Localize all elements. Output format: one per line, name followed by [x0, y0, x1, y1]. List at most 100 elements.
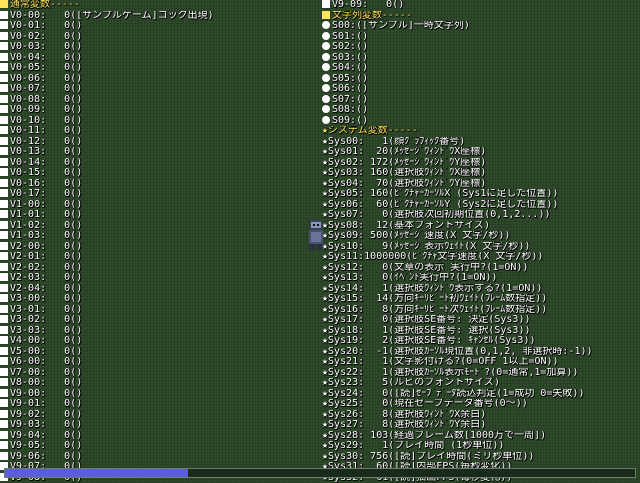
variable-row: S06:()	[322, 84, 638, 95]
variable-text: V0-01: 0()	[10, 21, 82, 31]
variable-text: V0-07: 0()	[10, 84, 82, 94]
square-bullet-icon	[0, 126, 8, 134]
circle-bullet-icon	[322, 84, 330, 92]
variable-text: V3-02: 0()	[10, 315, 82, 325]
variable-text: Sys26: 8(選択肢ｳｨﾝﾄﾞｳX余白)	[328, 410, 486, 420]
variable-row: ★Sys29: 1(プレイ時間 (1秒単位))	[322, 441, 638, 452]
variable-row: ★Sys18: 1(選択肢SE番号: 選択(Sys3))	[322, 326, 638, 337]
circle-bullet-icon	[322, 32, 330, 40]
variable-text: V5-00: 0()	[10, 347, 82, 357]
variable-text: V2-02: 0()	[10, 263, 82, 273]
square-bullet-icon	[0, 32, 8, 40]
variable-row: ★Sys27: 8(選択肢ｳｨﾝﾄﾞｳY余白)	[322, 420, 638, 431]
variable-text: V0-02: 0()	[10, 32, 82, 42]
variable-row: V2-02: 0()	[0, 263, 318, 274]
variable-text: V0-16: 0()	[10, 179, 82, 189]
variable-row: ★Sys20: -1(選択肢ｶｰｿﾙ現位置(0,1,2, 非選択時:-1))	[322, 347, 638, 358]
variable-text: V0-11: 0()	[10, 126, 82, 136]
variable-row: V0-04: 0()	[0, 53, 318, 64]
variable-text: Sys15: 14(方向ｷｰﾘﾋﾟｰﾄ初ｳｪｲﾄ(ﾌﾚｰﾑ数指定))	[328, 294, 547, 304]
variable-row: V9-01: 0()	[0, 399, 318, 410]
square-bullet-icon	[0, 168, 8, 176]
variable-text: Sys11:1000000(ﾋﾟｸﾁｬ文字速度(X 文字/秒))	[328, 252, 543, 262]
variable-text: S02:()	[332, 42, 368, 52]
variable-text: Sys24: 0([読]ｾｰﾌﾞﾃﾞｰﾀ読込判定(1=成功 0=失敗))	[328, 389, 584, 399]
square-bullet-icon	[0, 21, 8, 29]
variable-row: S05:()	[322, 74, 638, 85]
variable-row: V1-03: 0()	[0, 231, 318, 242]
variable-row: ★Sys30: 756([読]プレイ時間(ミリ秒単位))	[322, 452, 638, 463]
square-bullet-icon	[0, 431, 8, 439]
variable-text: Sys28: 103(経過フレーム数[1000万で一周])	[328, 431, 546, 441]
square-bullet-icon	[0, 420, 8, 428]
variable-text: V9-06: 0()	[10, 452, 82, 462]
variable-text: V0-17: 0()	[10, 189, 82, 199]
variable-row: ★Sys16: 8(方向ｷｰﾘﾋﾟｰﾄ次ｳｪｲﾄ(ﾌﾚｰﾑ数指定))	[322, 305, 638, 316]
variable-row: ★Sys09: 500(ﾒｯｾｰｼﾞ速度(X 文字/秒))	[322, 231, 638, 242]
variable-row: ★Sys04: 70(選択肢ｳｨﾝﾄﾞｳY座標)	[322, 179, 638, 190]
variable-row: V3-00: 0()	[0, 294, 318, 305]
circle-bullet-icon	[322, 21, 330, 29]
variable-text: V0-14: 0()	[10, 158, 82, 168]
square-bullet-icon	[0, 137, 8, 145]
variable-row: V6-00: 0()	[0, 357, 318, 368]
variable-text: Sys16: 8(方向ｷｰﾘﾋﾟｰﾄ次ｳｪｲﾄ(ﾌﾚｰﾑ数指定))	[328, 305, 547, 315]
variable-text: V0-12: 0()	[10, 137, 82, 147]
variable-row: V0-13: 0()	[0, 147, 318, 158]
variable-text: Sys25: 0(現在セーブデータ番号(0〜))	[328, 399, 528, 409]
square-bullet-icon	[0, 389, 8, 397]
circle-bullet-icon	[322, 63, 330, 71]
circle-bullet-icon	[322, 116, 330, 124]
square-bullet-icon	[0, 74, 8, 82]
variable-row: ★Sys13: 0(ｲﾍﾞﾝﾄ実行中?(1=ON))	[322, 273, 638, 284]
variable-text: V0-10: 0()	[10, 116, 82, 126]
variable-text: V9-01: 0()	[10, 399, 82, 409]
variable-row: V9-05: 0()	[0, 441, 318, 452]
variable-row: ★Sys06: 60(ﾋﾟｸﾁｬｰｶｰｿﾙY (Sys2に足した位置))	[322, 200, 638, 211]
variable-row: V2-01: 0()	[0, 252, 318, 263]
variable-text: Sys23: 5(ルビのフォントサイズ)	[328, 378, 500, 388]
square-bullet-icon	[0, 452, 8, 460]
variable-row: V0-11: 0()	[0, 126, 318, 137]
square-bullet-icon	[0, 305, 8, 313]
progress-bar	[4, 468, 636, 478]
variable-text: S00:([サンプル]一時文字列)	[332, 21, 470, 31]
variable-text: Sys02: 172(ﾒｯｾｰｼﾞｳｨﾝﾄﾞｳY座標)	[328, 158, 486, 168]
variable-row: V2-04: 0()	[0, 284, 318, 295]
variable-row: V7-00: 0()	[0, 368, 318, 379]
variable-row: V0-12: 0()	[0, 137, 318, 148]
variable-text: S03:()	[332, 53, 368, 63]
variable-text: V0-00: 0([サンプルゲーム]コック出現)	[10, 11, 214, 21]
variable-text: V9-02: 0()	[10, 410, 82, 420]
variable-row: ★Sys15: 14(方向ｷｰﾘﾋﾟｰﾄ初ｳｪｲﾄ(ﾌﾚｰﾑ数指定))	[322, 294, 638, 305]
variable-text: S06:()	[332, 84, 368, 94]
variable-text: Sys22: 1(選択肢ｶｰｿﾙ表示ﾓｰﾄﾞ?(0=通常,1=加算))	[328, 368, 578, 378]
variable-row: ★Sys28: 103(経過フレーム数[1000万で一周])	[322, 431, 638, 442]
variable-row: ★Sys21: 1(文字影付ける?(0=OFF 1以上=ON))	[322, 357, 638, 368]
square-bullet-icon	[0, 399, 8, 407]
circle-bullet-icon	[322, 42, 330, 50]
variable-text: Sys06: 60(ﾋﾟｸﾁｬｰｶｰｿﾙY (Sys2に足した位置))	[328, 200, 558, 210]
variable-text: 文字列変数-----	[332, 11, 412, 21]
variable-row: V5-00: 0()	[0, 347, 318, 358]
variable-text: 通常変数-----	[10, 0, 80, 10]
variable-row: V0-05: 0()	[0, 63, 318, 74]
square-bullet-icon	[0, 179, 8, 187]
variable-text: V0-03: 0()	[10, 42, 82, 52]
variable-row: V9-02: 0()	[0, 410, 318, 421]
variable-row: V9-09: 0()	[322, 0, 638, 11]
variable-text: V3-01: 0()	[10, 305, 82, 315]
variable-row: V3-01: 0()	[0, 305, 318, 316]
variable-text: Sys21: 1(文字影付ける?(0=OFF 1以上=ON))	[328, 357, 559, 367]
variable-row: V2-00: 0()	[0, 242, 318, 253]
variable-row: V3-03: 0()	[0, 326, 318, 337]
square-bullet-icon	[322, 11, 330, 19]
variable-row: S00:([サンプル]一時文字列)	[322, 21, 638, 32]
variable-row: ★Sys23: 5(ルビのフォントサイズ)	[322, 378, 638, 389]
variable-row: ★Sys10: 9(ﾒｯｾｰｼﾞ表示ｳｪｲﾄ(X 文字/秒))	[322, 242, 638, 253]
variable-text: V0-13: 0()	[10, 147, 82, 157]
variable-row: V0-00: 0([サンプルゲーム]コック出現)	[0, 11, 318, 22]
variable-text: V9-09: 0()	[332, 0, 404, 10]
variable-text: Sys13: 0(ｲﾍﾞﾝﾄ実行中?(1=ON))	[328, 273, 497, 283]
variable-row: V4-00: 0()	[0, 336, 318, 347]
